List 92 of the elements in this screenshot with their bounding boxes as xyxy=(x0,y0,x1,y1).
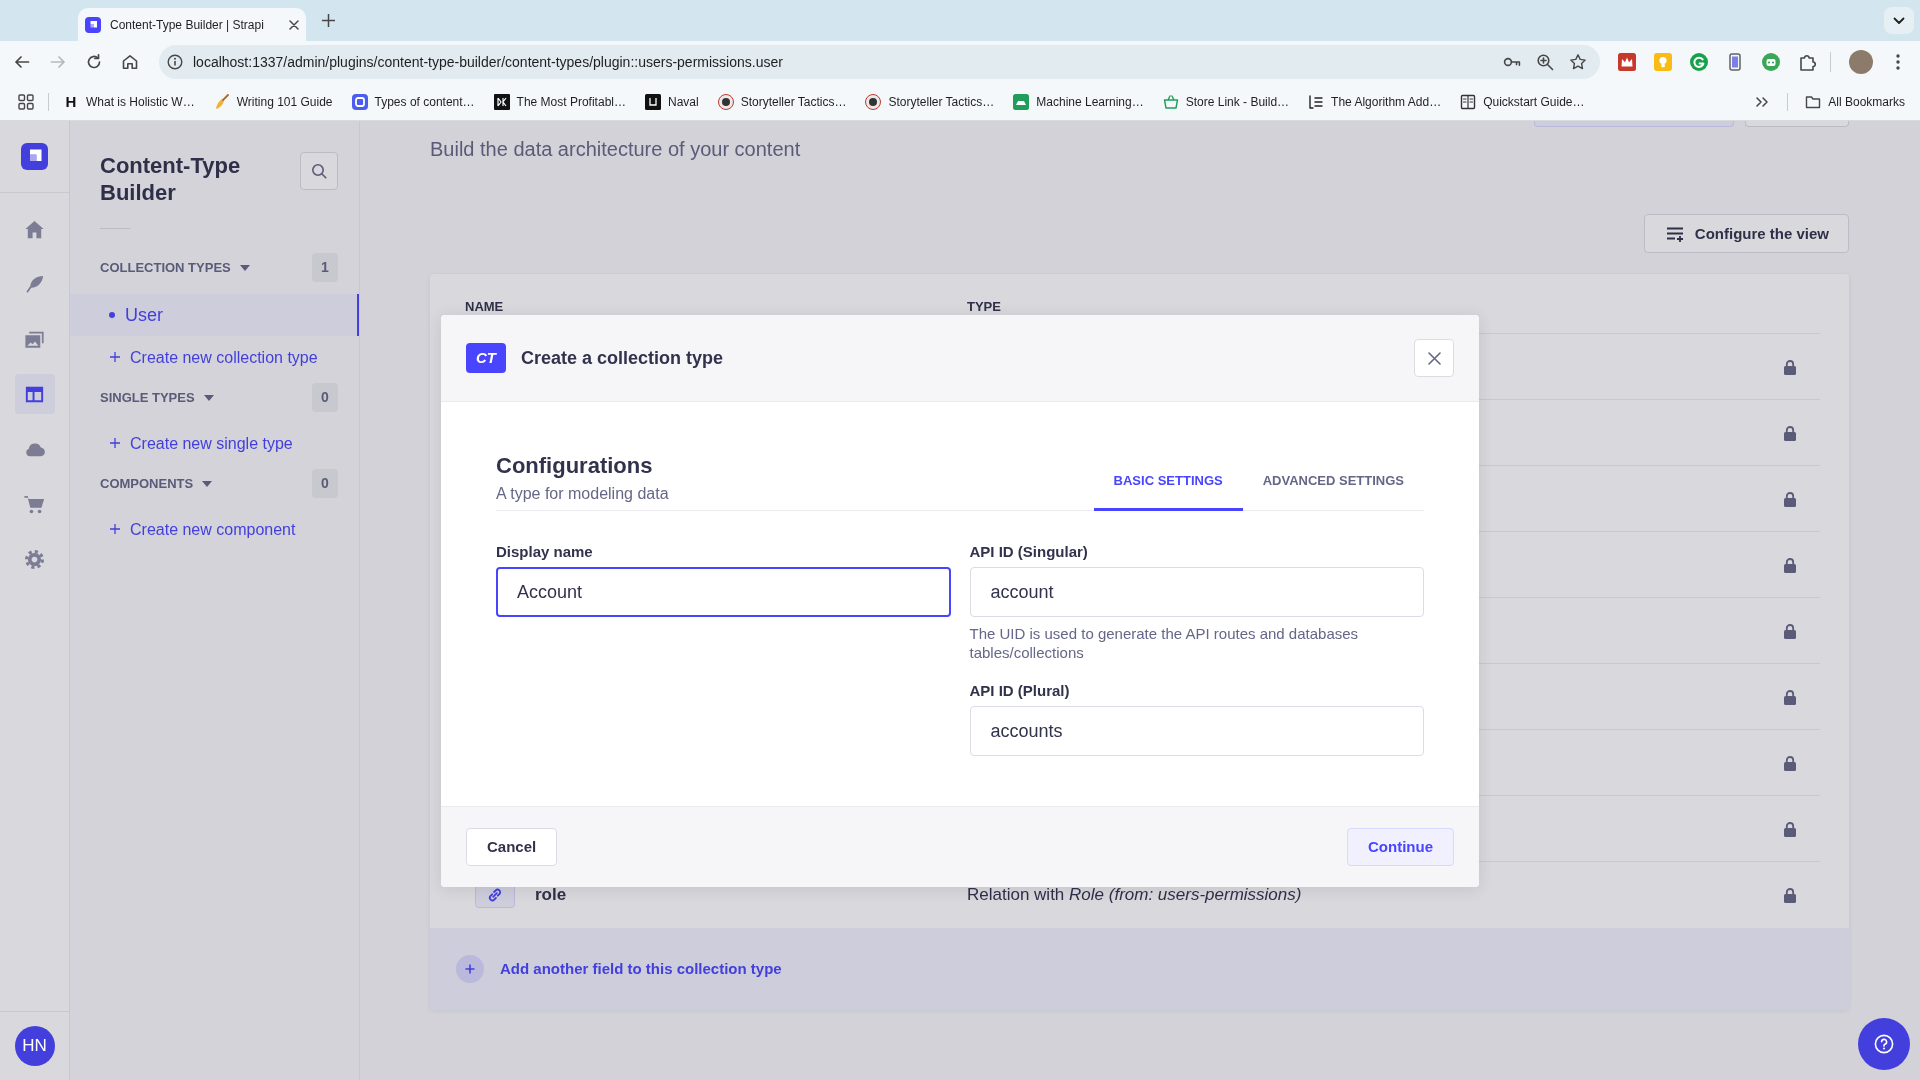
bookmark[interactable]: Storyteller Tactics… xyxy=(717,93,847,110)
info-icon[interactable] xyxy=(167,54,183,70)
letter-logo: H xyxy=(64,93,78,110)
bookmark[interactable]: Writing 101 Guide xyxy=(213,93,333,110)
search-icon xyxy=(311,163,327,179)
item-count: 1 xyxy=(312,253,338,282)
tab-search-button[interactable] xyxy=(1884,7,1914,34)
crown-logo-icon[interactable] xyxy=(1618,53,1636,71)
close-icon[interactable] xyxy=(289,19,299,30)
puzzle-icon[interactable] xyxy=(1798,53,1816,71)
folder-icon xyxy=(1805,93,1822,110)
lines-logo-icon xyxy=(1308,93,1325,110)
sidebar-title: Content-Type Builder xyxy=(100,152,242,206)
profile-avatar[interactable] xyxy=(1849,50,1873,74)
bullet-icon xyxy=(109,312,115,318)
monogram-logo-icon xyxy=(493,93,510,110)
continue-button[interactable]: Continue xyxy=(1347,828,1454,866)
search-button[interactable] xyxy=(300,152,338,190)
field-label: API ID (Plural) xyxy=(969,682,1071,700)
section-heading: Configurations xyxy=(496,453,654,479)
field-label: Display name xyxy=(496,543,594,561)
nav-link[interactable] xyxy=(14,374,55,414)
basket-icon xyxy=(1162,93,1179,110)
column-header: TYPE xyxy=(967,299,1001,314)
item-count: 0 xyxy=(312,383,338,412)
bookmark[interactable]: Naval xyxy=(644,93,699,110)
app-logo-icon[interactable] xyxy=(21,143,48,170)
item-count: 0 xyxy=(312,469,338,498)
sidebar-link[interactable]: User xyxy=(70,294,359,336)
zoom-in-icon[interactable] xyxy=(1536,53,1554,71)
text-field[interactable]: accounts xyxy=(969,706,1424,756)
configure-view-button[interactable]: Configure the view xyxy=(1643,214,1849,253)
section-toggle[interactable]: COMPONENTS xyxy=(100,475,213,492)
phone-icon[interactable] xyxy=(1726,53,1744,71)
pen-icon xyxy=(213,93,230,110)
text-field[interactable]: account xyxy=(969,567,1424,617)
section-description: A type for modeling data xyxy=(496,484,669,504)
address-bar[interactable]: localhost:1337/admin/plugins/content-type-builder/content-types/plugin::users-permissions.user xyxy=(159,45,1600,79)
field-label: API ID (Singular) xyxy=(969,543,1089,561)
round-badge-icon xyxy=(865,93,882,110)
square-logo-icon xyxy=(644,93,661,110)
bookmark[interactable]: Machine Learning… xyxy=(1013,93,1144,110)
plus-circle-icon xyxy=(456,955,484,983)
url-text: localhost:1337/admin/plugins/content-type-builder/content-types/plugin::users-permissions.user xyxy=(193,54,783,70)
create-link[interactable]: Create new collection type xyxy=(70,342,359,372)
bookmark[interactable]: The Algorithm Add… xyxy=(1308,93,1442,110)
chevron-down-icon xyxy=(1893,16,1905,25)
create-link[interactable]: Create new component xyxy=(70,514,359,544)
create-link[interactable]: Create new single type xyxy=(70,428,359,458)
square-logo-icon xyxy=(351,93,368,110)
close-icon xyxy=(1427,351,1441,365)
modal-title: Create a collection type xyxy=(521,347,724,369)
bookmark[interactable]: Types of content… xyxy=(351,93,475,110)
cancel-button[interactable]: Cancel xyxy=(466,828,558,866)
help-icon xyxy=(1874,1034,1894,1054)
tile-logo-icon xyxy=(1013,93,1030,110)
plus-icon xyxy=(110,438,120,448)
section-toggle[interactable]: SINGLE TYPES xyxy=(100,389,214,406)
robot-icon[interactable] xyxy=(1762,53,1780,71)
bookmark[interactable]: Store Link - Build… xyxy=(1162,93,1290,110)
star-icon[interactable] xyxy=(1569,53,1587,71)
apps-grid-icon[interactable] xyxy=(18,93,34,110)
browser-tab[interactable]: Content-Type Builder | Strapi xyxy=(78,8,306,41)
field-name: role xyxy=(535,885,567,905)
add-field-button[interactable]: Add another field to this collection type xyxy=(430,928,1849,1010)
page-subtitle: Build the data architecture of your content xyxy=(430,137,802,161)
user-avatar[interactable]: HN xyxy=(14,1026,55,1066)
settings-tab[interactable]: BASIC SETTINGS xyxy=(1093,463,1243,511)
type-badge: CT xyxy=(466,343,506,373)
field-hint: The UID is used to generate the API routes and databases tables/collections xyxy=(969,624,1360,662)
field-type: Relation with Role (from: users-permissions) xyxy=(967,885,1302,904)
plus-icon xyxy=(110,352,120,362)
bookmark[interactable]: H What is Holistic W… xyxy=(63,93,195,110)
column-header: NAME xyxy=(465,299,504,314)
bookmark[interactable]: Storyteller Tactics… xyxy=(865,93,995,110)
back-icon[interactable] xyxy=(13,53,31,71)
gear-icon xyxy=(23,547,46,571)
reload-icon[interactable] xyxy=(85,53,103,71)
plus-icon xyxy=(110,524,120,534)
bookmark[interactable]: All Bookmarks xyxy=(1805,93,1905,110)
round-badge-icon xyxy=(717,93,734,110)
settings-tab[interactable]: ADVANCED SETTINGS xyxy=(1242,463,1424,511)
app-logo-icon xyxy=(85,16,101,33)
help-button[interactable] xyxy=(1858,1018,1910,1070)
new-tab-icon[interactable] xyxy=(322,14,335,27)
circle-logo-icon[interactable] xyxy=(1690,53,1708,71)
book-icon xyxy=(1460,93,1477,110)
text-field[interactable]: Account xyxy=(496,567,951,617)
section-toggle[interactable]: COLLECTION TYPES xyxy=(100,259,250,276)
bookmark[interactable]: Quickstart Guide… xyxy=(1460,93,1585,110)
bookmark[interactable]: The Most Profitabl… xyxy=(493,93,626,110)
home-icon[interactable] xyxy=(121,53,139,71)
